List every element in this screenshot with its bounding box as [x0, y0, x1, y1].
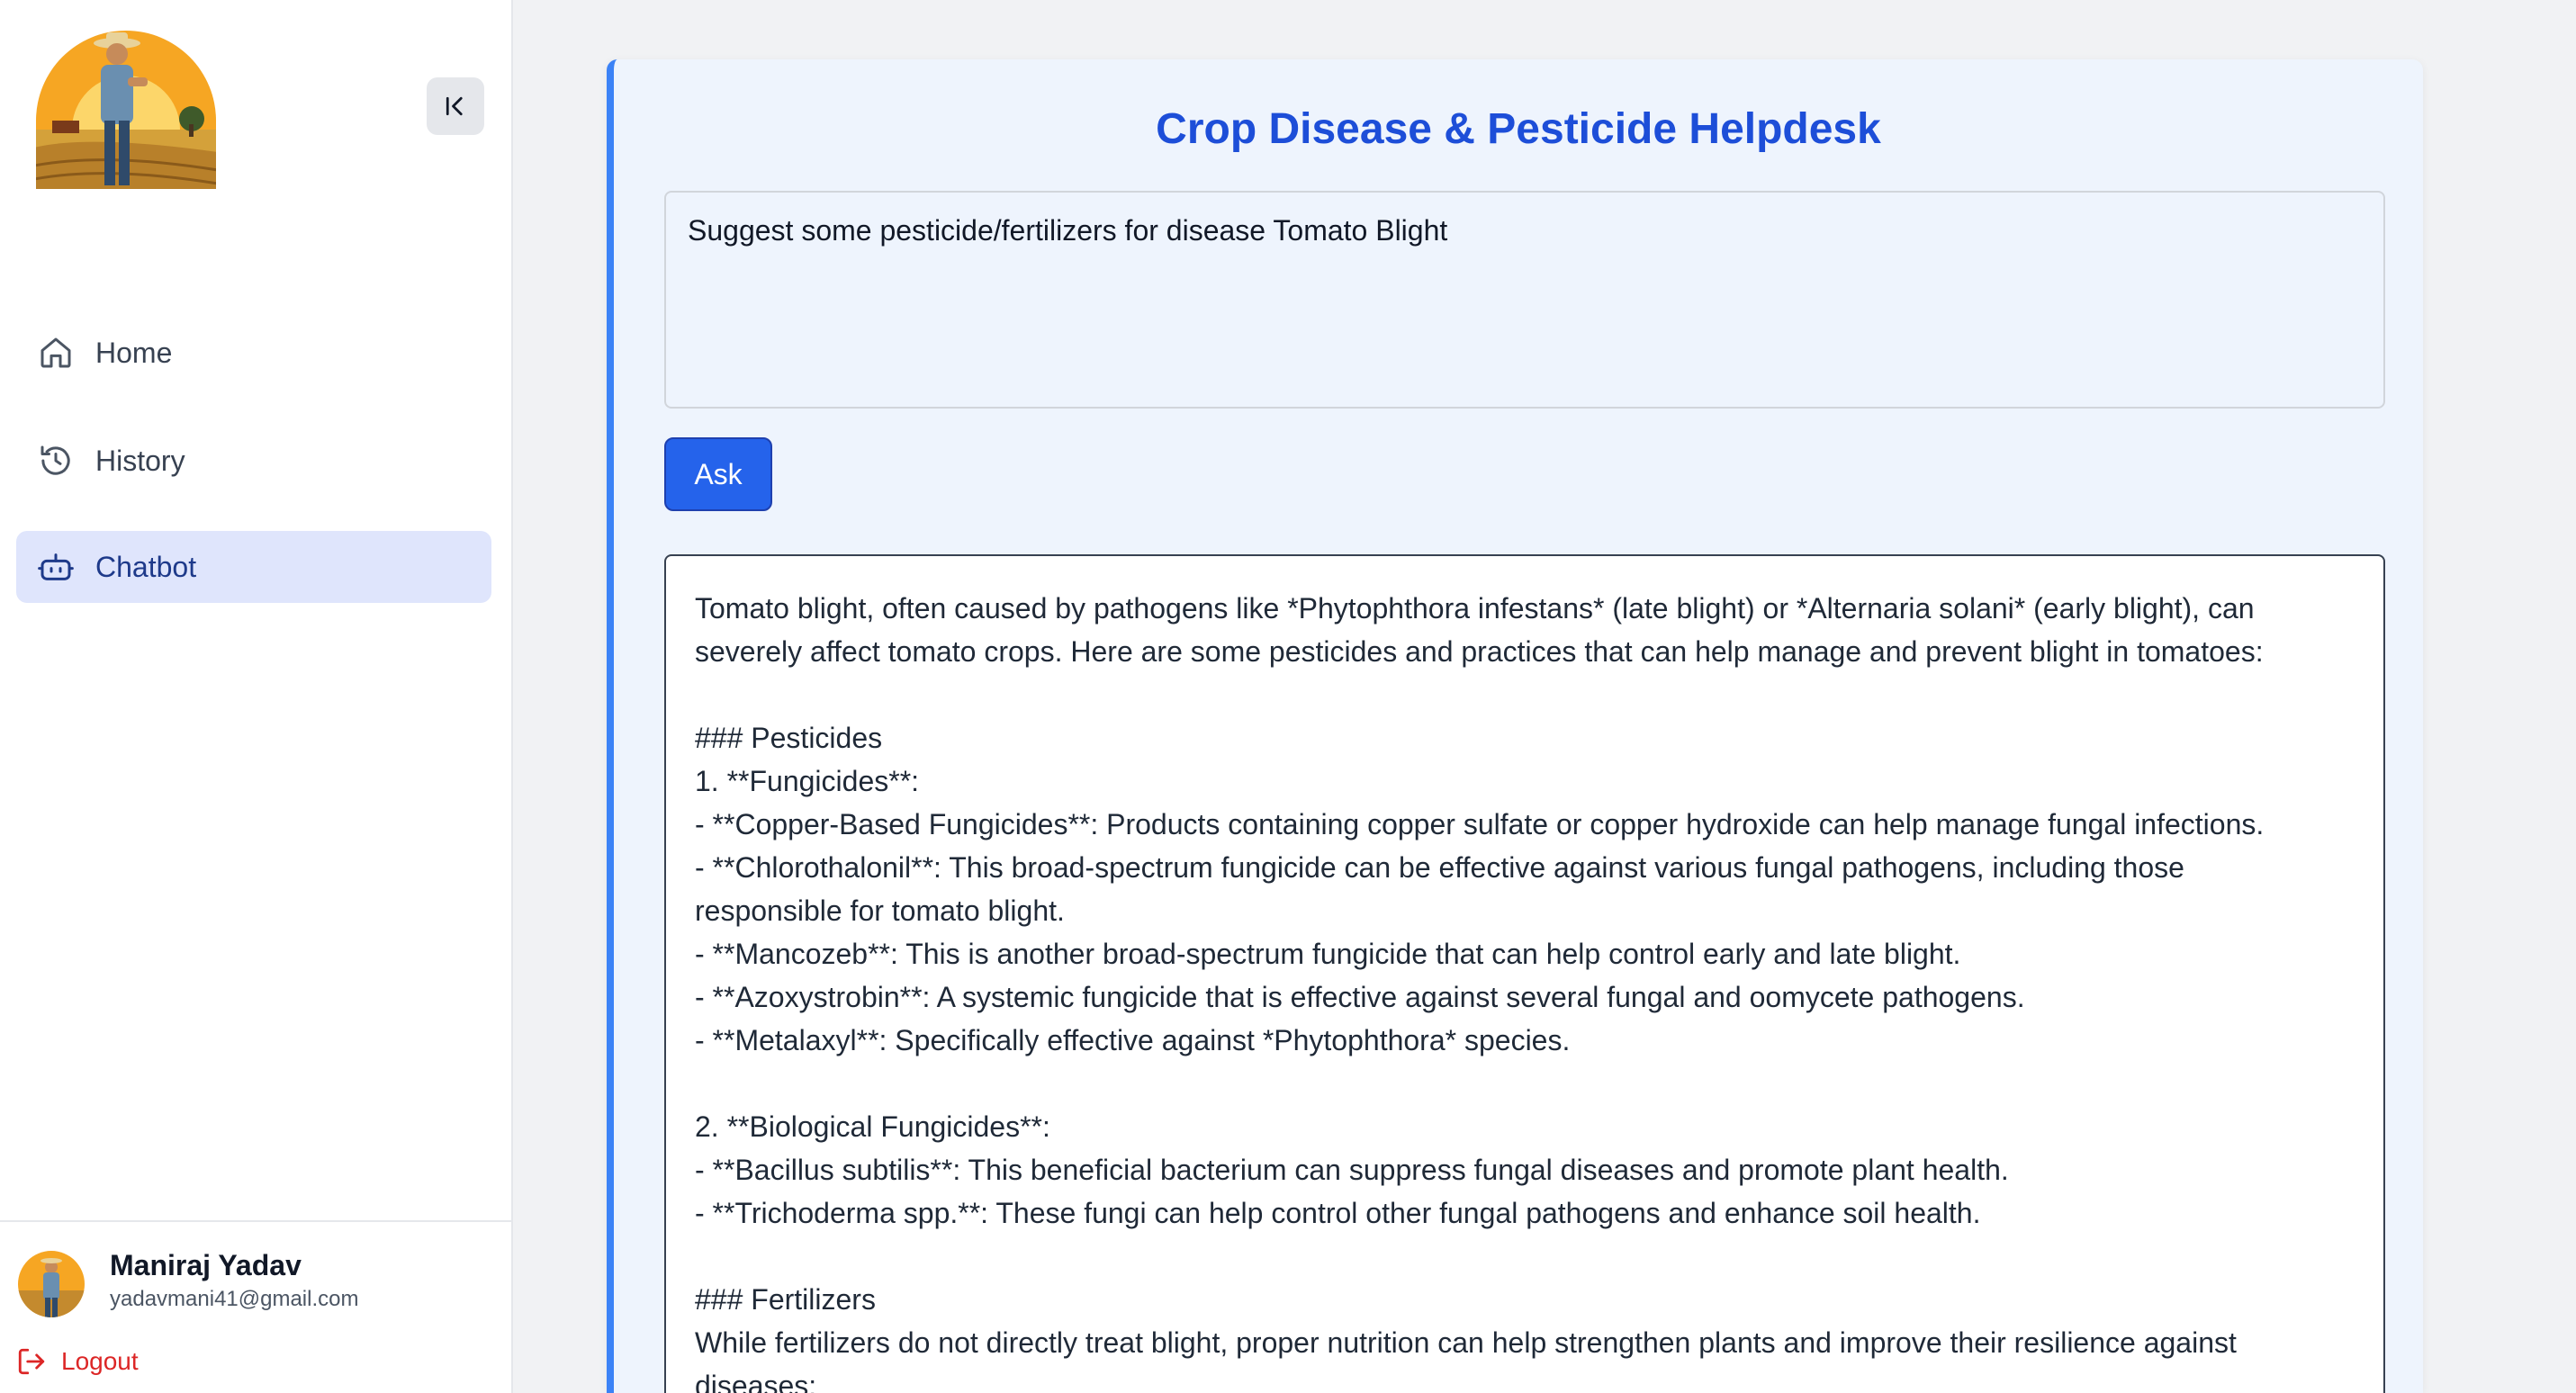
- sidebar-item-home[interactable]: Home: [16, 317, 491, 389]
- response-line: [695, 673, 2355, 716]
- response-line: [695, 1062, 2355, 1105]
- user-name: Maniraj Yadav: [110, 1249, 302, 1281]
- sidebar-item-label: History: [95, 444, 185, 477]
- response-line: 2. **Biological Fungicides**:: [695, 1110, 1050, 1143]
- farmer-logo: [34, 31, 218, 189]
- response-line: severely affect tomato crops. Here are s…: [695, 635, 2264, 668]
- sidebar-item-history[interactable]: History: [16, 425, 491, 497]
- response-output: Tomato blight, often caused by pathogens…: [664, 554, 2385, 1393]
- response-line: - **Mancozeb**: This is another broad-sp…: [695, 938, 1961, 970]
- response-line: - **Trichoderma spp.**: These fungi can …: [695, 1197, 1981, 1229]
- sidebar-item-label: Home: [95, 336, 173, 369]
- response-line: diseases:: [695, 1370, 817, 1393]
- avatar: [18, 1251, 85, 1317]
- response-line: Tomato blight, often caused by pathogens…: [695, 592, 2255, 625]
- response-line: While fertilizers do not directly treat …: [695, 1326, 2237, 1359]
- response-line: - **Chlorothalonil**: This broad-spectru…: [695, 851, 2184, 884]
- collapse-sidebar-button[interactable]: [427, 77, 484, 135]
- helpdesk-card: Crop Disease & Pesticide Helpdesk Sugges…: [607, 59, 2423, 1393]
- logout-icon: [18, 1348, 45, 1375]
- history-icon: [38, 443, 74, 479]
- response-line: [695, 1235, 2355, 1278]
- response-line: - **Bacillus subtilis**: This beneficial…: [695, 1154, 2009, 1186]
- sidebar-item-chatbot[interactable]: Chatbot: [16, 531, 491, 603]
- response-line: ### Pesticides: [695, 722, 883, 754]
- chatbot-icon: [38, 549, 74, 585]
- logout-label: Logout: [61, 1347, 139, 1375]
- response-line: - **Metalaxyl**: Specifically effective …: [695, 1024, 1571, 1056]
- sidebar-item-label: Chatbot: [95, 550, 197, 583]
- logout-button[interactable]: Logout: [16, 1346, 139, 1377]
- response-line: - **Copper-Based Fungicides**: Products …: [695, 808, 2265, 840]
- response-line: - **Azoxystrobin**: A systemic fungicide…: [695, 981, 2025, 1013]
- response-line: ### Fertilizers: [695, 1283, 876, 1316]
- sidebar: Home History Chatbot Maniraj Yadav yadav…: [0, 0, 513, 1393]
- response-line: 1. **Fungicides**:: [695, 765, 920, 797]
- response-line: responsible for tomato blight.: [695, 894, 1065, 927]
- query-input[interactable]: Suggest some pesticide/fertilizers for d…: [664, 191, 2385, 409]
- page-title: Crop Disease & Pesticide Helpdesk: [1156, 105, 1881, 153]
- collapse-icon: [446, 96, 463, 116]
- user-profile: Maniraj Yadav yadavmani41@gmail.com Logo…: [0, 1220, 511, 1393]
- user-email: yadavmani41@gmail.com: [110, 1287, 359, 1311]
- home-icon: [38, 335, 74, 371]
- ask-button[interactable]: Ask: [664, 437, 772, 511]
